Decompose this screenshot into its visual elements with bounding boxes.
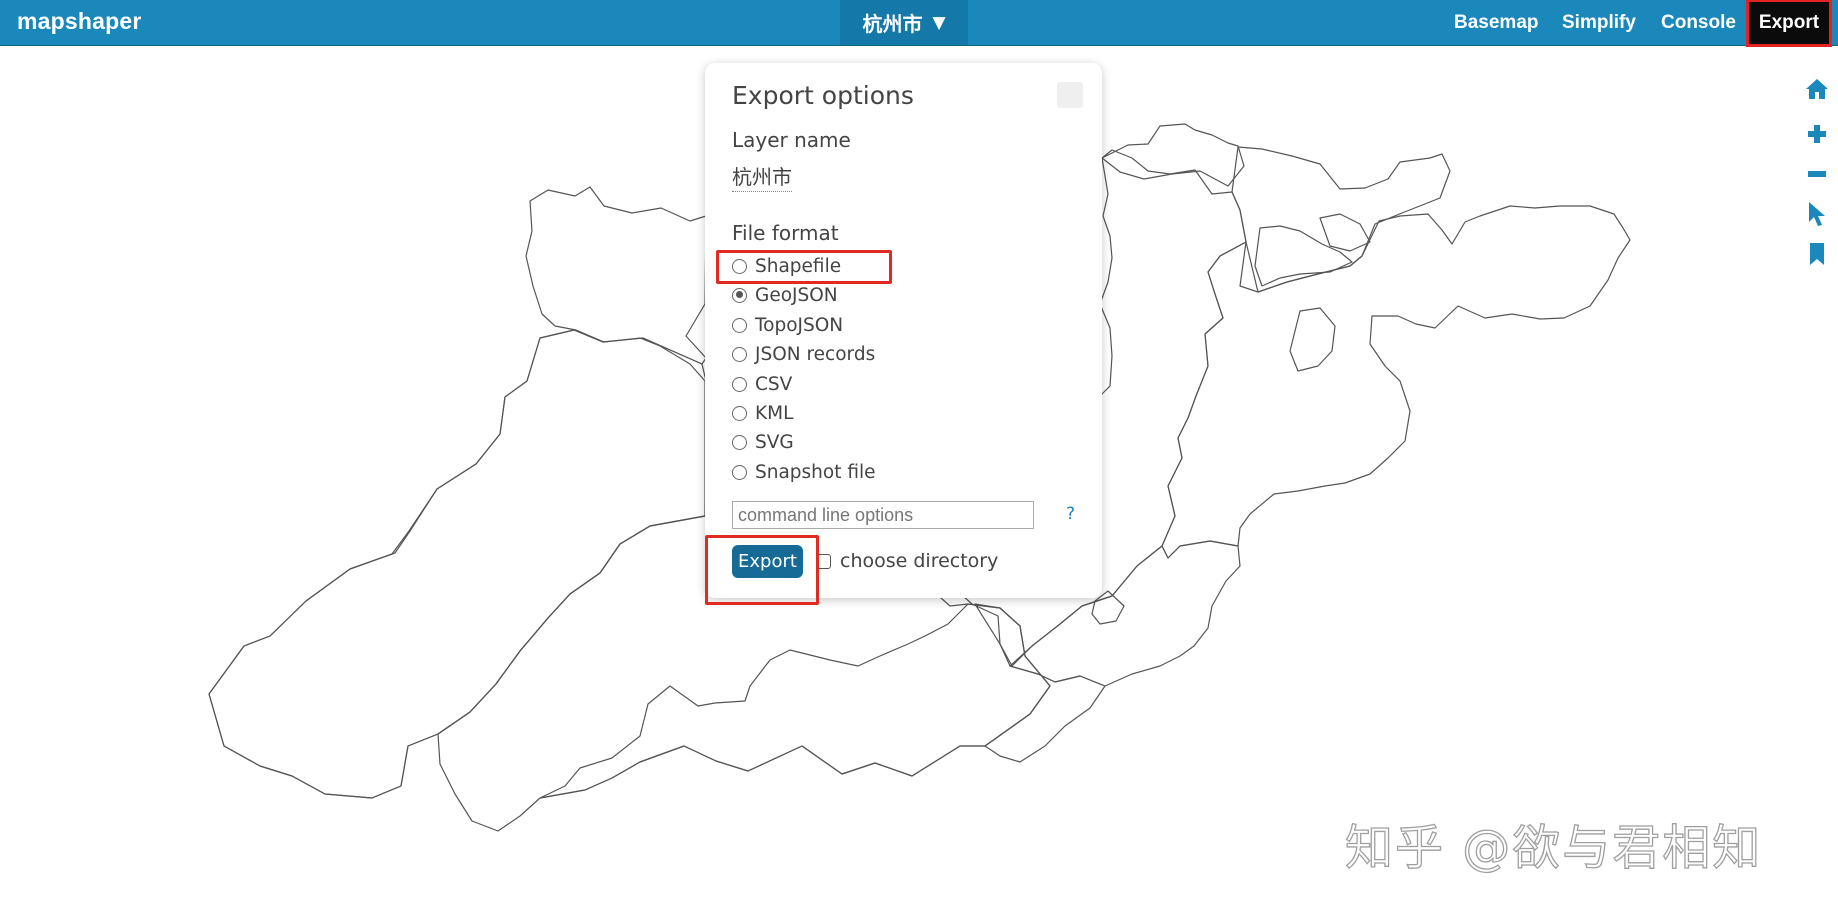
format-label: TopoJSON [755,314,844,336]
layer-name-value[interactable]: 杭州市 [732,161,792,192]
choose-directory-label: choose directory [840,550,999,572]
layer-menu-label: 杭州市 [862,12,923,36]
radio-button[interactable] [732,376,747,392]
radio-button[interactable] [732,258,747,274]
format-label: Shapefile [755,255,842,277]
caret-down-icon: ▼ [932,12,946,33]
radio-button[interactable] [732,317,747,333]
map-region-small-b[interactable] [1289,307,1336,372]
panel-title: Export options [732,81,914,110]
format-option-topojson[interactable]: TopoJSON [732,313,843,337]
zoom-in-icon[interactable] [1803,120,1831,148]
format-option-shapefile[interactable]: Shapefile [732,254,841,278]
export-nav-button[interactable]: Export [1746,0,1832,47]
home-icon[interactable] [1803,75,1831,103]
format-label: SVG [755,431,794,453]
export-options-panel: Export options Layer name 杭州市 File forma… [705,63,1102,598]
basemap-button[interactable]: Basemap [1454,0,1539,45]
map-region-west[interactable] [208,186,707,799]
help-link[interactable]: ? [1066,504,1075,524]
watermark: 知乎 @欲与君相知 [1344,819,1763,876]
map-region-middle[interactable] [974,603,1106,763]
simplify-button[interactable]: Simplify [1562,0,1636,45]
console-button[interactable]: Console [1661,0,1736,45]
radio-button[interactable] [732,287,747,303]
format-option-svg[interactable]: SVG [732,430,794,454]
choose-directory-checkbox[interactable] [816,553,831,569]
radio-button[interactable] [732,434,747,450]
map-region-south[interactable] [539,603,1051,799]
radio-button[interactable] [732,346,747,362]
top-bar: mapshaper 杭州市 ▼ Basemap Simplify Console… [0,0,1838,47]
export-button[interactable]: Export [732,545,803,578]
bookmark-icon[interactable] [1803,240,1831,268]
layer-name-label: Layer name [732,128,851,152]
format-label: Snapshot file [755,461,876,483]
format-option-snapshot[interactable]: Snapshot file [732,460,876,484]
map-region-northeast[interactable] [1231,146,1451,293]
format-option-csv[interactable]: CSV [732,372,792,396]
map-region-east[interactable] [1161,205,1631,559]
format-label: CSV [755,373,793,395]
radio-button[interactable] [732,464,747,480]
layer-menu-button[interactable]: 杭州市 ▼ [840,0,968,45]
format-label: GeoJSON [755,284,838,306]
zoom-out-icon[interactable] [1803,160,1831,188]
close-button[interactable] [1057,82,1083,108]
file-format-label: File format [732,221,839,245]
radio-button[interactable] [732,405,747,421]
app-logo: mapshaper [17,8,142,34]
format-label: JSON records [755,343,876,365]
map-region-small-a[interactable] [1254,225,1353,287]
command-line-options-input[interactable] [732,501,1034,529]
format-label: KML [755,402,794,424]
map-region-southwest[interactable] [208,329,707,799]
format-option-json-records[interactable]: JSON records [732,342,875,366]
format-option-geojson[interactable]: GeoJSON [732,283,838,307]
format-option-kml[interactable]: KML [732,401,793,425]
map-region-small-c[interactable] [1319,213,1371,252]
pointer-icon[interactable] [1803,200,1831,228]
choose-directory-option[interactable]: choose directory [816,550,998,572]
